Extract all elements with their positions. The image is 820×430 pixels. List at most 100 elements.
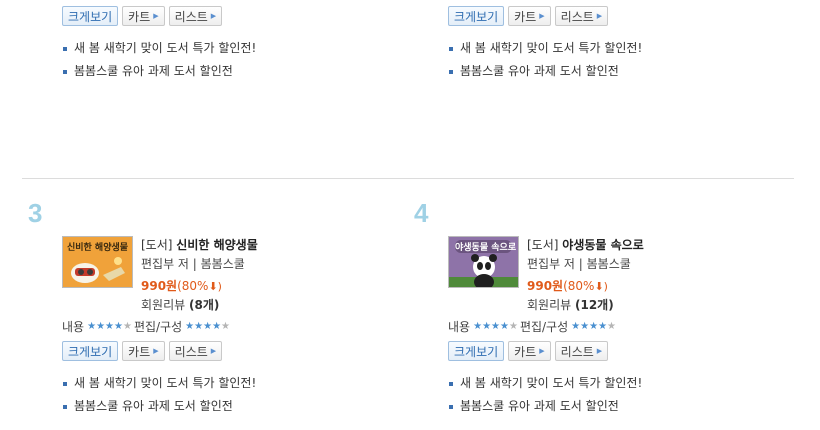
- book-cover[interactable]: 야생동물 속으로: [448, 236, 519, 288]
- book-cover[interactable]: 신비한 해양생물: [62, 236, 133, 288]
- list-button[interactable]: 리스트 ▶: [554, 341, 609, 361]
- member-review-link[interactable]: 회원리뷰 (12개): [527, 296, 644, 315]
- book-price: 990원(80%⬇): [527, 276, 644, 296]
- star-icon: ★: [589, 320, 599, 332]
- promo-list: 새 봄 새학기 맞이 도서 특가 할인전! 봄봄스쿨 유아 과제 도서 할인전: [62, 372, 422, 418]
- star-icon: ★: [473, 320, 483, 332]
- promo-list: 새 봄 새학기 맞이 도서 특가 할인전! 봄봄스쿨 유아 과제 도서 할인전: [448, 37, 808, 83]
- big-view-button[interactable]: 크게보기: [448, 6, 505, 26]
- cart-button[interactable]: 카트 ▶: [508, 6, 551, 26]
- book-author: 편집부 저 | 봄봄스쿨: [527, 257, 631, 271]
- promo-link[interactable]: 새 봄 새학기 맞이 도서 특가 할인전!: [62, 37, 422, 60]
- star-icon: ★: [500, 320, 509, 332]
- promo-text: 봄봄스쿨 유아 과제 도서 할인전: [460, 64, 619, 78]
- row-divider: [22, 178, 794, 179]
- book3-actions: 크게보기 카트 ▶ 리스트 ▶: [62, 341, 422, 361]
- book-title: 야생동물 속으로: [562, 238, 644, 252]
- top-left-item-actions: 크게보기 카트 ▶ 리스트 ▶: [62, 6, 422, 26]
- star-icon: ★: [203, 320, 213, 332]
- big-view-label: 크게보기: [454, 344, 499, 359]
- book-title-link[interactable]: [도서] 신비한 해양생물: [141, 236, 258, 255]
- list-button[interactable]: 리스트 ▶: [168, 341, 223, 361]
- book-item: 야생동물 속으로 [도서] 야생동물 속으로 편집부 저 | 봄봄스쿨 990원…: [448, 236, 644, 315]
- down-arrow-icon: ⬇): [594, 280, 608, 293]
- big-view-label: 크게보기: [454, 9, 499, 24]
- edit-rating-label: 편집/구성: [519, 320, 569, 334]
- edit-rating-stars: ★ ★ ★ ★ ★: [571, 320, 616, 332]
- star-icon: ★: [607, 320, 616, 332]
- promo-link[interactable]: 봄봄스쿨 유아 과제 도서 할인전: [448, 60, 808, 83]
- action-buttons: 크게보기 카트 ▶ 리스트 ▶: [62, 341, 422, 361]
- rank-number: 3: [28, 198, 43, 228]
- promo-text: 새 봄 새학기 맞이 도서 특가 할인전!: [460, 41, 643, 55]
- bullet-icon: [63, 47, 67, 51]
- action-buttons: 크게보기 카트 ▶ 리스트 ▶: [62, 6, 422, 26]
- cart-button[interactable]: 카트 ▶: [508, 341, 551, 361]
- star-icon: ★: [96, 320, 106, 332]
- cart-label: 카트: [128, 9, 151, 24]
- edit-rating-stars: ★ ★ ★ ★ ★: [185, 320, 230, 332]
- list-button[interactable]: 리스트 ▶: [554, 6, 609, 26]
- content-rating-label: 내용: [448, 320, 471, 334]
- chevron-right-icon: ▶: [153, 346, 159, 355]
- book-category: [도서]: [141, 238, 173, 252]
- chevron-right-icon: ▶: [210, 11, 217, 20]
- cart-label: 카트: [128, 344, 151, 359]
- bullet-icon: [449, 70, 453, 74]
- price-amount: 990원: [527, 279, 564, 293]
- rating-row: 내용 ★ ★ ★ ★ ★ 편집/구성 ★ ★ ★ ★ ★: [448, 318, 618, 335]
- review-label: 회원리뷰: [527, 298, 575, 312]
- content-rating-stars: ★ ★ ★ ★ ★: [473, 320, 518, 332]
- bullet-icon: [449, 47, 453, 51]
- book-author: 편집부 저 | 봄봄스쿨: [141, 257, 245, 271]
- promo-link[interactable]: 봄봄스쿨 유아 과제 도서 할인전: [448, 395, 808, 418]
- big-view-button[interactable]: 크게보기: [62, 341, 119, 361]
- star-icon: ★: [185, 320, 195, 332]
- promo-text: 봄봄스쿨 유아 과제 도서 할인전: [460, 399, 619, 413]
- promo-text: 새 봄 새학기 맞이 도서 특가 할인전!: [74, 41, 257, 55]
- star-icon: ★: [508, 320, 518, 332]
- star-icon: ★: [87, 320, 97, 332]
- promo-link[interactable]: 새 봄 새학기 맞이 도서 특가 할인전!: [62, 372, 422, 395]
- list-label: 리스트: [560, 9, 594, 24]
- book4-actions: 크게보기 카트 ▶ 리스트 ▶: [448, 341, 808, 361]
- chevron-right-icon: ▶: [539, 11, 545, 20]
- big-view-label: 크게보기: [68, 344, 113, 359]
- promo-text: 새 봄 새학기 맞이 도서 특가 할인전!: [460, 376, 643, 390]
- promo-list: 새 봄 새학기 맞이 도서 특가 할인전! 봄봄스쿨 유아 과제 도서 할인전: [62, 37, 422, 83]
- star-icon: ★: [571, 320, 581, 332]
- discount-rate: (80%: [563, 279, 595, 293]
- list-label: 리스트: [560, 344, 594, 359]
- chevron-right-icon: ▶: [596, 11, 603, 20]
- star-icon: ★: [482, 320, 492, 332]
- promo-link[interactable]: 봄봄스쿨 유아 과제 도서 할인전: [62, 395, 422, 418]
- star-icon: ★: [114, 320, 123, 332]
- cart-button[interactable]: 카트 ▶: [122, 341, 165, 361]
- book-item: 신비한 해양생물 [도서] 신비한 해양생물 편집부 저 | 봄봄스쿨 990원…: [62, 236, 258, 315]
- promo-list: 새 봄 새학기 맞이 도서 특가 할인전! 봄봄스쿨 유아 과제 도서 할인전: [448, 372, 808, 418]
- bullet-icon: [449, 382, 453, 386]
- big-view-label: 크게보기: [68, 9, 113, 24]
- list-label: 리스트: [174, 9, 208, 24]
- panda-illustration: [449, 254, 518, 287]
- promo-link[interactable]: 새 봄 새학기 맞이 도서 특가 할인전!: [448, 37, 808, 60]
- list-button[interactable]: 리스트 ▶: [168, 6, 223, 26]
- review-count: (8개): [188, 298, 220, 312]
- promo-text: 봄봄스쿨 유아 과제 도서 할인전: [74, 399, 233, 413]
- book-title-link[interactable]: [도서] 야생동물 속으로: [527, 236, 644, 255]
- content-rating-label: 내용: [62, 320, 85, 334]
- action-buttons: 크게보기 카트 ▶ 리스트 ▶: [448, 341, 808, 361]
- book-info: [도서] 신비한 해양생물 편집부 저 | 봄봄스쿨 990원(80%⬇) 회원…: [141, 236, 258, 315]
- book-category: [도서]: [527, 238, 559, 252]
- star-icon: ★: [105, 320, 114, 332]
- big-view-button[interactable]: 크게보기: [62, 6, 119, 26]
- bullet-icon: [63, 405, 67, 409]
- member-review-link[interactable]: 회원리뷰 (8개): [141, 296, 258, 315]
- big-view-button[interactable]: 크게보기: [448, 341, 505, 361]
- diver-illustration: [71, 257, 125, 283]
- cart-button[interactable]: 카트 ▶: [122, 6, 165, 26]
- promo-link[interactable]: 봄봄스쿨 유아 과제 도서 할인전: [62, 60, 422, 83]
- promo-link[interactable]: 새 봄 새학기 맞이 도서 특가 할인전!: [448, 372, 808, 395]
- chevron-right-icon: ▶: [153, 11, 159, 20]
- price-amount: 990원: [141, 279, 178, 293]
